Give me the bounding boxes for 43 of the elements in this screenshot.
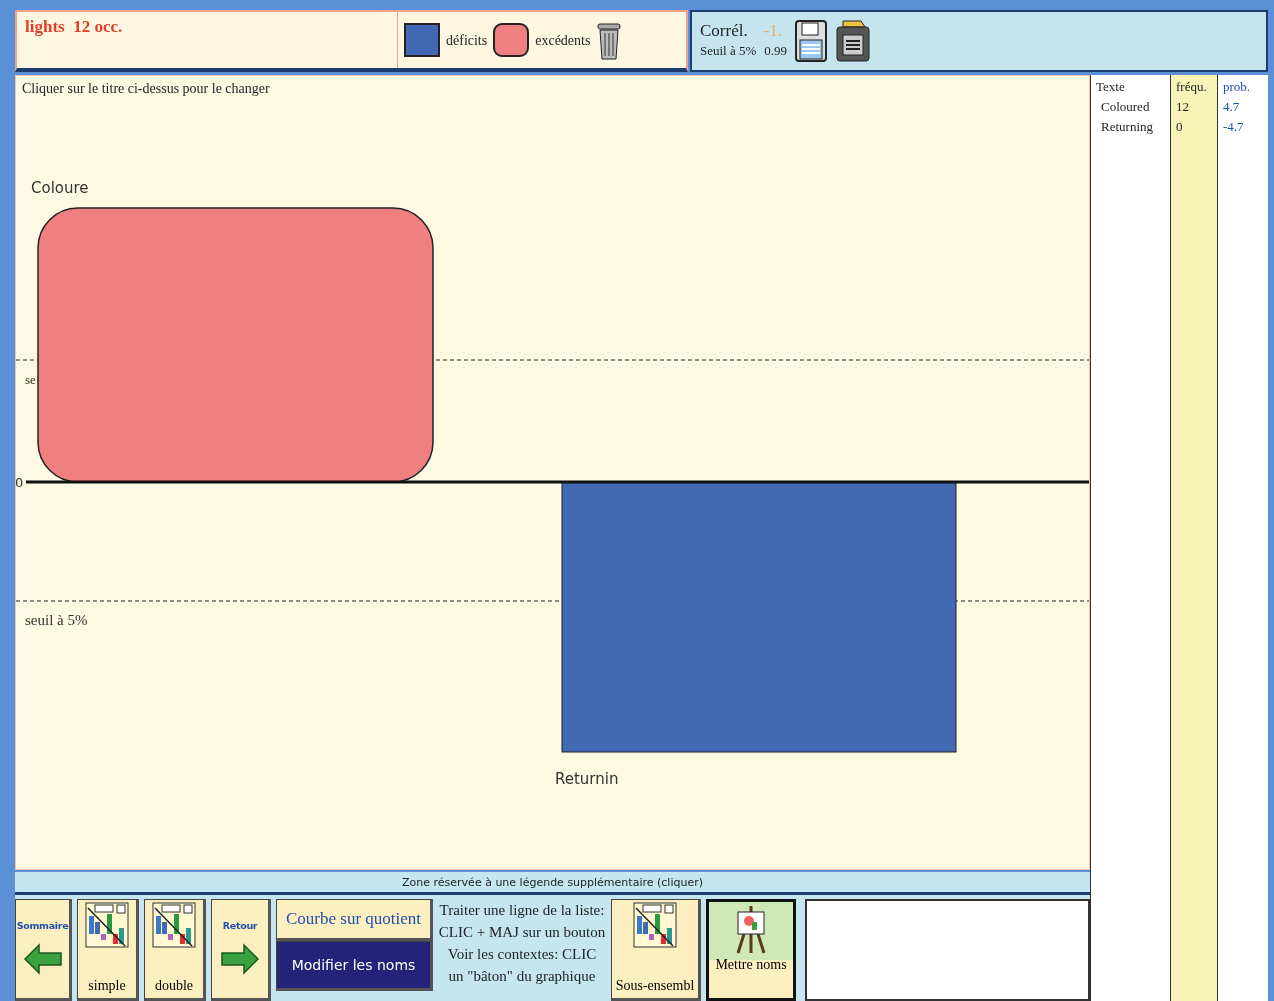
- legend-label: déficits: [446, 31, 488, 50]
- list-cell[interactable]: Returning: [1096, 117, 1165, 137]
- threshold-value: 0.99: [764, 42, 788, 60]
- trash-icon[interactable]: [596, 20, 623, 60]
- bar-label: Returnin: [555, 770, 619, 788]
- bar-chart-icon: [633, 902, 677, 948]
- list-cell[interactable]: Coloured: [1096, 97, 1165, 117]
- easel-icon: [734, 904, 768, 954]
- correlation-label: Corrél.: [700, 21, 748, 41]
- bar-chart-icon: [152, 902, 196, 948]
- column-header: prob.: [1223, 78, 1252, 96]
- curve-button[interactable]: Courbe sur quotient: [276, 899, 433, 941]
- column-header: fréqu.: [1176, 78, 1208, 96]
- threshold-label: seuil à 5%: [25, 612, 88, 628]
- list-cell[interactable]: 12: [1176, 97, 1212, 117]
- bar[interactable]: [37, 207, 434, 483]
- bar-label: Coloure: [31, 179, 89, 197]
- color-names-button[interactable]: Mettre noms: [706, 899, 796, 1001]
- nav-button[interactable]: Sommaire: [15, 899, 72, 1001]
- threshold-label: Seuil à 5%: [700, 42, 757, 60]
- threshold-label: se: [25, 372, 36, 387]
- chart-button[interactable]: simple: [77, 899, 139, 1001]
- rename-button[interactable]: Modifier les noms: [276, 941, 433, 991]
- instruction-text: Voir les contextes: CLIC: [446, 945, 598, 964]
- notes-field[interactable]: [805, 899, 1090, 1001]
- hint-text[interactable]: Cliquer sur le titre ci-dessus pour le changer: [16, 76, 1089, 96]
- list-cell[interactable]: 0: [1176, 117, 1212, 137]
- instruction-text: un "bâton" du graphique: [447, 967, 597, 986]
- chart-title[interactable]: lights 12 occ.: [17, 12, 398, 68]
- column-header: Texte: [1096, 78, 1126, 96]
- bar-chart-icon: [85, 902, 129, 948]
- chart-button[interactable]: Sous-ensembl: [611, 899, 701, 1001]
- list-cell[interactable]: 4.7: [1223, 97, 1263, 117]
- instruction-text: Traiter une ligne de la liste:: [438, 901, 606, 920]
- axis-label: 0: [16, 475, 24, 490]
- printer-icon[interactable]: [835, 19, 872, 63]
- list-cell[interactable]: -4.7: [1223, 117, 1263, 137]
- chart-button[interactable]: double: [144, 899, 206, 1001]
- nav-button[interactable]: Retour: [211, 899, 271, 1001]
- correlation-value: -1.: [763, 21, 783, 41]
- caption-zone[interactable]: Zone réservée à une légende supplémentaire (cliquer): [15, 872, 1090, 895]
- legend-label: excédents: [535, 31, 591, 50]
- instruction-text: CLIC + MAJ sur un bouton: [438, 923, 606, 942]
